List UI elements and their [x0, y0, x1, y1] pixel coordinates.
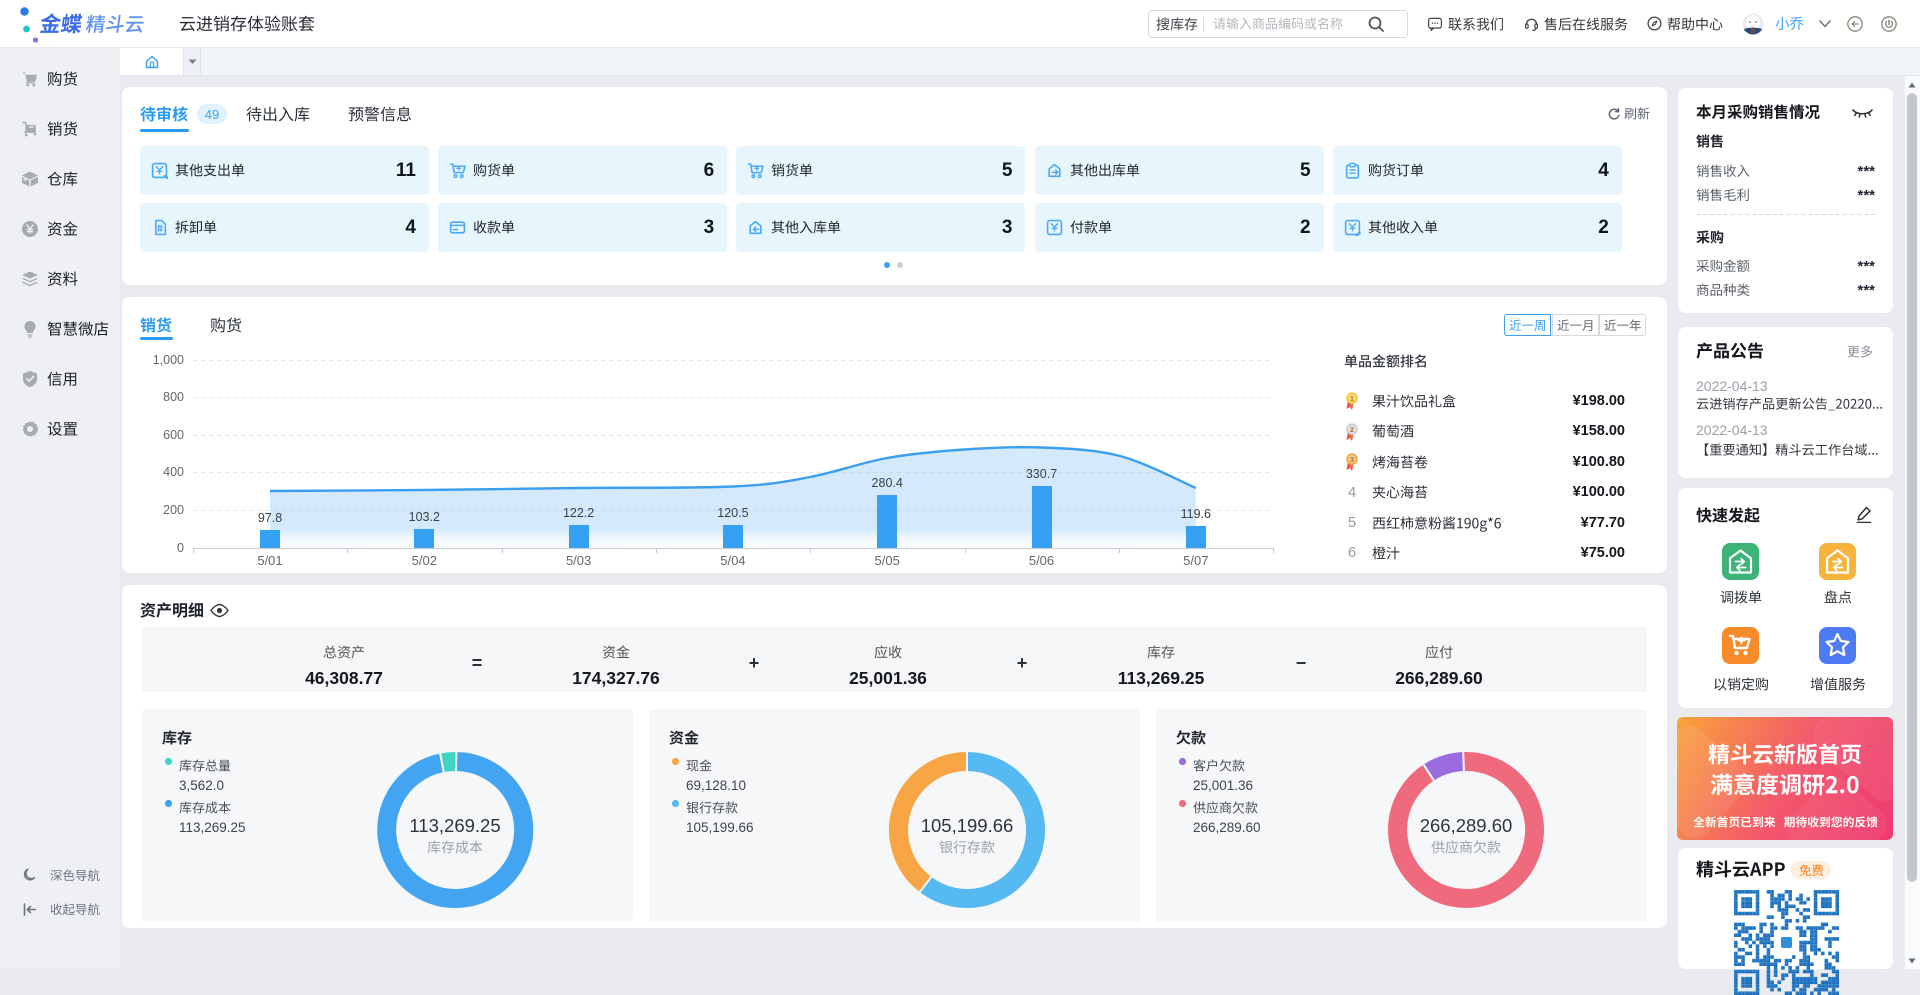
svg-text:2: 2 [1350, 425, 1354, 434]
svg-text:1: 1 [1350, 394, 1354, 403]
svg-text:3: 3 [1350, 455, 1354, 464]
